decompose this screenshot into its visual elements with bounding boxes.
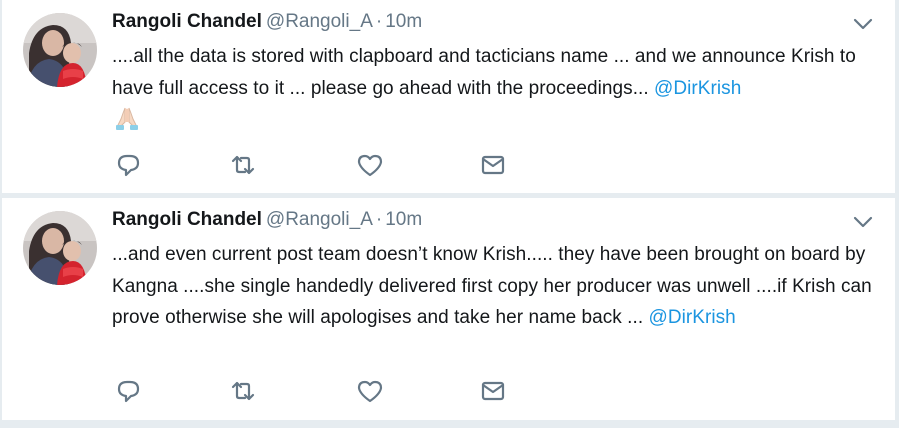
mention-link[interactable]: @DirKrish: [649, 307, 736, 328]
author-handle[interactable]: @Rangoli_A: [266, 11, 373, 32]
envelope-icon[interactable]: [479, 378, 507, 404]
avatar[interactable]: [23, 211, 97, 285]
mention-link[interactable]: @DirKrish: [654, 78, 741, 99]
reply-icon[interactable]: [114, 152, 142, 178]
retweet-icon[interactable]: [229, 152, 257, 178]
envelope-icon[interactable]: [479, 152, 507, 178]
separator-dot: ·: [375, 11, 383, 32]
avatar-photo: [23, 211, 97, 285]
separator-dot: ·: [375, 209, 383, 230]
tweet[interactable]: Rangoli Chandel @Rangoli_A · 10m ....all th…: [2, 0, 895, 193]
reply-icon[interactable]: [114, 378, 142, 404]
heart-icon[interactable]: [356, 378, 384, 404]
tweet-actions: [112, 152, 532, 178]
chevron-down-icon[interactable]: [851, 12, 875, 36]
tweet-body: ....all the data is stored with clapboar…: [112, 46, 856, 99]
folded-hands-emoji: [112, 105, 142, 131]
author-name[interactable]: Rangoli Chandel: [112, 11, 262, 32]
author-handle[interactable]: @Rangoli_A: [266, 209, 373, 230]
tweet-header: Rangoli Chandel @Rangoli_A · 10m: [112, 207, 422, 233]
tweet-text: ...and even current post team doesn’t kn…: [112, 239, 884, 334]
tweet-actions: [112, 378, 532, 404]
heart-icon[interactable]: [356, 152, 384, 178]
avatar-photo: [23, 13, 97, 87]
tweet-body: ...and even current post team doesn’t kn…: [112, 244, 872, 328]
tweet-text: ....all the data is stored with clapboar…: [112, 41, 884, 136]
chevron-down-icon[interactable]: [851, 210, 875, 234]
timestamp[interactable]: 10m: [385, 209, 422, 230]
avatar[interactable]: [23, 13, 97, 87]
author-name[interactable]: Rangoli Chandel: [112, 209, 262, 230]
retweet-icon[interactable]: [229, 378, 257, 404]
timestamp[interactable]: 10m: [385, 11, 422, 32]
tweet-feed: Rangoli Chandel @Rangoli_A · 10m ....all th…: [0, 0, 899, 428]
tweet-header: Rangoli Chandel @Rangoli_A · 10m: [112, 9, 422, 35]
tweet[interactable]: Rangoli Chandel @Rangoli_A · 10m ...and eve…: [2, 198, 895, 420]
